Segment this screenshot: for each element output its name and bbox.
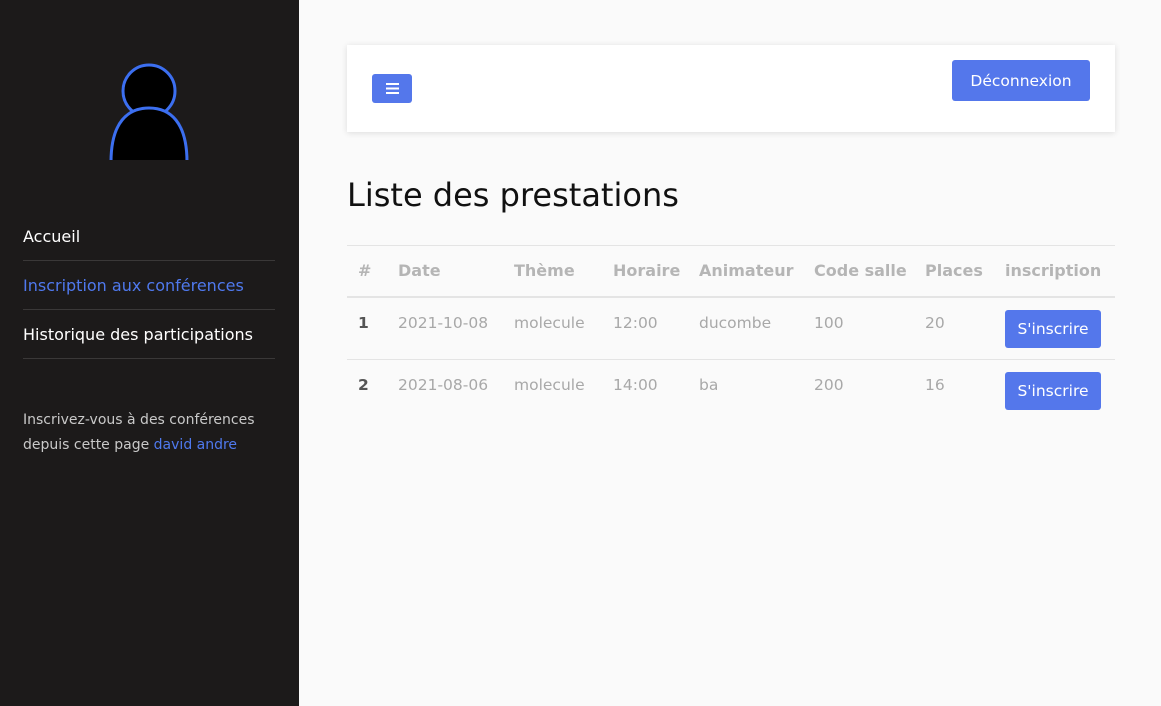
nav-item-inscription[interactable]: Inscription aux conférences	[23, 261, 275, 310]
sidebar: Accueil Inscription aux conférences Hist…	[0, 0, 299, 706]
header-theme: Thème	[503, 245, 602, 298]
cell-places: 20	[914, 296, 994, 360]
cell-num: 1	[347, 296, 387, 360]
cell-code-salle: 200	[814, 376, 844, 394]
header-inscription: inscription	[994, 245, 1115, 298]
cell-animateur: ducombe	[688, 296, 803, 360]
sidebar-toggle-button[interactable]	[372, 74, 412, 103]
header-code-salle: Code salle	[803, 245, 914, 298]
logout-button[interactable]: Déconnexion	[952, 60, 1090, 101]
cell-horaire: 14:00	[613, 376, 658, 394]
bars-icon	[385, 83, 399, 94]
cell-inscription: S'inscrire	[994, 296, 1115, 360]
top-navbar: Déconnexion	[347, 45, 1115, 132]
cell-theme: molecule	[514, 376, 585, 394]
cell-animateur: ba	[699, 376, 719, 394]
nav-item-accueil[interactable]: Accueil	[23, 212, 275, 261]
cell-horaire: 12:00	[602, 296, 688, 360]
subscribe-button[interactable]: S'inscrire	[1005, 372, 1101, 410]
cell-date: 2021-08-06	[398, 376, 489, 394]
header-date: Date	[387, 245, 503, 298]
table-row: 1 2021-10-08 molecule 12:00 ducombe 100 …	[347, 296, 1115, 360]
header-horaire: Horaire	[602, 245, 688, 298]
page-title: Liste des prestations	[347, 176, 679, 214]
table-row: 2 2021-08-06 molecule 14:00 ba 200 16 S'…	[347, 360, 1115, 423]
header-num: #	[347, 245, 387, 298]
cell-places: 16	[925, 376, 945, 394]
cell-inscription: S'inscrire	[994, 360, 1115, 423]
user-avatar-icon	[108, 63, 190, 166]
sidebar-nav: Accueil Inscription aux conférences Hist…	[23, 212, 275, 359]
cell-date: 2021-10-08	[387, 296, 503, 360]
header-animateur: Animateur	[688, 245, 803, 298]
sidebar-user-link[interactable]: david andre	[154, 437, 237, 453]
cell-code-salle: 100	[803, 296, 914, 360]
table-header-row: # Date Thème Horaire Animateur Code sall…	[347, 245, 1115, 298]
sidebar-note: Inscrivez-vous à des conférences depuis …	[23, 408, 275, 458]
cell-num: 2	[358, 376, 369, 394]
prestations-table: # Date Thème Horaire Animateur Code sall…	[347, 245, 1115, 423]
nav-item-historique[interactable]: Historique des participations	[23, 310, 275, 359]
header-places: Places	[914, 245, 994, 298]
cell-theme: molecule	[503, 296, 602, 360]
subscribe-button[interactable]: S'inscrire	[1005, 309, 1101, 348]
